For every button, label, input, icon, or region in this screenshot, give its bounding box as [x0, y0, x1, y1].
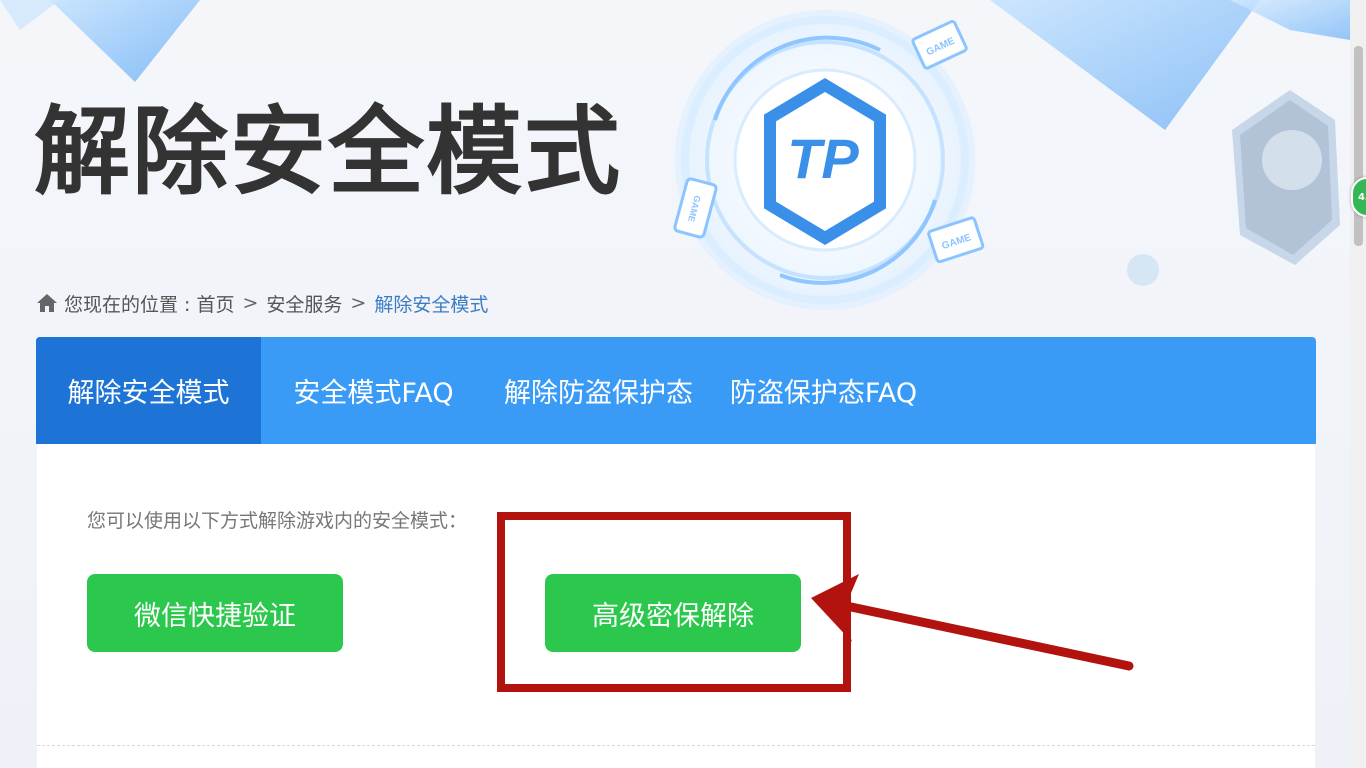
tab-bar: 解除安全模式 安全模式FAQ 解除防盗保护态 防盗保护态FAQ — [36, 337, 1316, 444]
home-icon — [37, 294, 57, 312]
scrollbar[interactable] — [1350, 0, 1366, 768]
wechat-verify-button[interactable]: 微信快捷验证 — [87, 574, 343, 652]
red-box-arrow — [497, 512, 1134, 692]
page-title: 解除安全模式 — [34, 96, 622, 208]
tab-unlock-safe-mode[interactable]: 解除安全模式 — [36, 337, 261, 444]
breadcrumb: 您现在的位置 : 首页 > 安全服务 > 解除安全模式 — [36, 288, 488, 318]
floating-badge-text: 43 — [1358, 191, 1366, 203]
breadcrumb-item-home[interactable]: 首页 — [196, 290, 234, 317]
breadcrumb-item-security-service[interactable]: 安全服务 — [266, 290, 342, 317]
page: TP GAME GAME GAME 解除安全模式 您现在的位置 : 首页 > 安… — [0, 0, 1366, 768]
breadcrumb-separator: > — [350, 292, 367, 314]
tp-logo-text: TP — [787, 127, 859, 190]
breadcrumb-separator: > — [242, 292, 259, 314]
tab-unlock-antitheft[interactable]: 解除防盗保护态 — [486, 337, 711, 444]
instruction-text: 您可以使用以下方式解除游戏内的安全模式： — [87, 510, 468, 532]
tab-safe-mode-faq[interactable]: 安全模式FAQ — [261, 337, 486, 444]
tab-antitheft-faq[interactable]: 防盗保护态FAQ — [711, 337, 936, 444]
divider — [37, 745, 1315, 746]
breadcrumb-item-current: 解除安全模式 — [374, 293, 489, 316]
breadcrumb-prefix: 您现在的位置 : — [64, 293, 191, 316]
